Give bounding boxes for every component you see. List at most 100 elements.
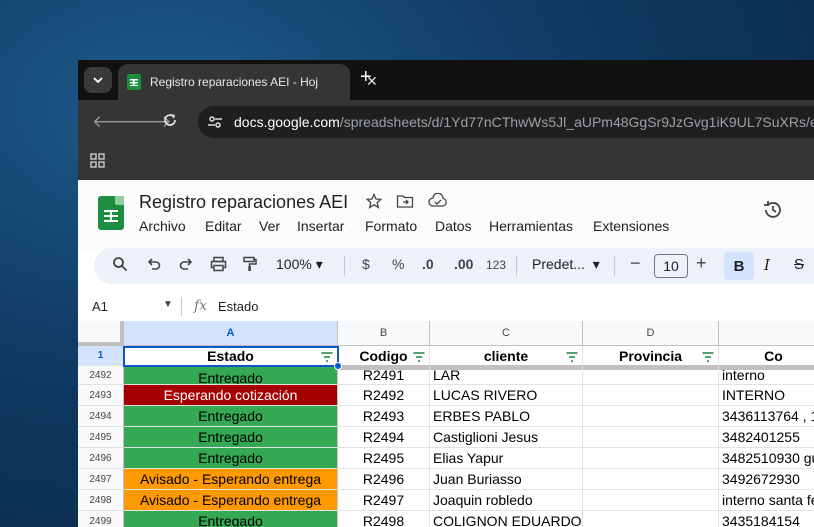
cell-cliente[interactable]: Elias Yapur — [430, 448, 583, 469]
cell-contacto[interactable]: 3492672930 — [719, 469, 814, 490]
cell-provincia[interactable] — [583, 385, 719, 406]
currency-format-button[interactable]: $ — [362, 256, 370, 272]
header-cell-provincia[interactable]: Provincia — [583, 346, 719, 366]
filter-icon[interactable] — [702, 352, 714, 362]
fill-handle[interactable] — [334, 362, 342, 370]
active-tab[interactable]: Registro reparaciones AEI - Hoja ✕ — [118, 64, 378, 100]
name-box[interactable]: A1 — [92, 299, 108, 314]
cell-codigo[interactable]: R2495 — [338, 448, 430, 469]
cell-cliente[interactable]: LUCAS RIVERO — [430, 385, 583, 406]
cell-contacto[interactable]: INTERNO — [719, 385, 814, 406]
cell-contacto[interactable]: 3482510930 gu — [719, 448, 814, 469]
reload-button[interactable] — [162, 112, 178, 133]
spreadsheet-grid[interactable]: A B C D 1 Estado Codigo cliente Provincia Co 2492 E… — [78, 321, 814, 527]
cell-cliente[interactable]: COLIGNON EDUARDO — [430, 511, 583, 527]
zoom-select[interactable]: 100% ▾ — [276, 256, 323, 273]
cell-estado[interactable]: Entregado — [124, 366, 338, 385]
cell-estado[interactable]: Avisado - Esperando entrega — [124, 469, 338, 490]
cell-provincia[interactable] — [583, 406, 719, 427]
cell-contacto[interactable]: interno santa fe — [719, 490, 814, 511]
apps-grid-icon[interactable] — [90, 153, 106, 174]
column-header-e[interactable] — [719, 321, 814, 346]
cell-estado[interactable]: Entregado — [124, 448, 338, 469]
cell-provincia[interactable] — [583, 511, 719, 527]
cell-provincia[interactable] — [583, 469, 719, 490]
filter-icon[interactable] — [566, 352, 578, 362]
tab-search-button[interactable] — [84, 67, 112, 93]
cell-provincia[interactable] — [583, 366, 719, 385]
cell-codigo[interactable]: R2494 — [338, 427, 430, 448]
row-header[interactable]: 2497 — [78, 469, 124, 490]
row-header[interactable]: 2498 — [78, 490, 124, 511]
menu-archivo[interactable]: Archivo — [139, 218, 186, 234]
new-tab-button[interactable]: + — [360, 66, 372, 89]
font-select[interactable]: Predet... ▾ — [532, 256, 600, 273]
cell-codigo[interactable]: R2498 — [338, 511, 430, 527]
cell-codigo[interactable]: R2496 — [338, 469, 430, 490]
site-settings-icon[interactable] — [206, 113, 224, 136]
cloud-saved-icon[interactable] — [428, 192, 448, 214]
row-header[interactable]: 2496 — [78, 448, 124, 469]
row-header[interactable]: 2495 — [78, 427, 124, 448]
filter-icon[interactable] — [413, 352, 425, 362]
version-history-icon[interactable] — [762, 199, 784, 226]
cell-estado[interactable]: Entregado — [124, 406, 338, 427]
cell-codigo[interactable]: R2497 — [338, 490, 430, 511]
column-header-d[interactable]: D — [583, 321, 719, 346]
cell-codigo[interactable]: R2493 — [338, 406, 430, 427]
cell-estado[interactable]: Entregado — [124, 511, 338, 527]
menu-extensiones[interactable]: Extensiones — [593, 218, 669, 234]
row-header[interactable]: 2492 — [78, 366, 124, 385]
font-size-input[interactable]: 10 — [654, 254, 688, 278]
cell-provincia[interactable] — [583, 490, 719, 511]
name-box-dropdown-icon[interactable]: ▼ — [163, 299, 173, 310]
row-header[interactable]: 2494 — [78, 406, 124, 427]
italic-button[interactable]: I — [764, 256, 770, 274]
cell-cliente[interactable]: Joaquin robledo — [430, 490, 583, 511]
cell-cliente[interactable]: Castiglioni Jesus — [430, 427, 583, 448]
cell-estado[interactable]: Avisado - Esperando entrega — [124, 490, 338, 511]
redo-icon[interactable] — [178, 256, 194, 275]
header-cell-codigo[interactable]: Codigo — [338, 346, 430, 366]
column-header-c[interactable]: C — [430, 321, 583, 346]
cell-contacto[interactable]: 3436113764 , 1 — [719, 406, 814, 427]
print-icon[interactable] — [210, 256, 227, 275]
cell-codigo[interactable]: R2491 — [338, 366, 430, 385]
document-title[interactable]: Registro reparaciones AEI — [139, 192, 348, 213]
increase-decimals-button[interactable]: .00 — [454, 256, 473, 272]
cell-cliente[interactable]: LAR — [430, 366, 583, 385]
strikethrough-button[interactable]: S — [794, 256, 804, 273]
formula-input[interactable]: Estado — [218, 299, 258, 314]
percent-format-button[interactable]: % — [392, 256, 404, 272]
row-header[interactable]: 2493 — [78, 385, 124, 406]
font-size-increase-button[interactable]: + — [696, 253, 707, 274]
font-size-decrease-button[interactable]: − — [630, 253, 641, 274]
bold-button[interactable]: B — [724, 252, 754, 280]
address-bar[interactable]: docs.google.com/spreadsheets/d/1Yd77nCTh… — [198, 106, 814, 138]
menu-formato[interactable]: Formato — [365, 218, 417, 234]
star-icon[interactable] — [365, 192, 383, 214]
undo-icon[interactable] — [146, 256, 162, 275]
cell-provincia[interactable] — [583, 427, 719, 448]
cell-codigo[interactable]: R2492 — [338, 385, 430, 406]
column-header-b[interactable]: B — [338, 321, 430, 346]
header-cell-cliente[interactable]: cliente — [430, 346, 583, 366]
cell-contacto[interactable]: 3482401255 — [719, 427, 814, 448]
cell-contacto[interactable]: 3435184154 — [719, 511, 814, 527]
menu-ver[interactable]: Ver — [259, 218, 280, 234]
cell-estado[interactable]: Entregado — [124, 427, 338, 448]
menu-herramientas[interactable]: Herramientas — [489, 218, 573, 234]
decrease-decimals-button[interactable]: .0 — [422, 256, 434, 272]
search-menus-icon[interactable] — [112, 256, 128, 275]
cell-cliente[interactable]: Juan Buriasso — [430, 469, 583, 490]
column-header-a[interactable]: A — [124, 321, 338, 346]
menu-insertar[interactable]: Insertar — [297, 218, 344, 234]
select-all-corner[interactable] — [78, 321, 124, 346]
cell-contacto[interactable]: interno — [719, 366, 814, 385]
row-header[interactable]: 2499 — [78, 511, 124, 527]
cell-provincia[interactable] — [583, 448, 719, 469]
move-folder-icon[interactable] — [396, 193, 414, 214]
sheets-logo-icon[interactable] — [98, 196, 124, 230]
header-cell-contacto[interactable]: Co — [719, 346, 814, 366]
cell-estado[interactable]: Esperando cotización — [124, 385, 338, 406]
